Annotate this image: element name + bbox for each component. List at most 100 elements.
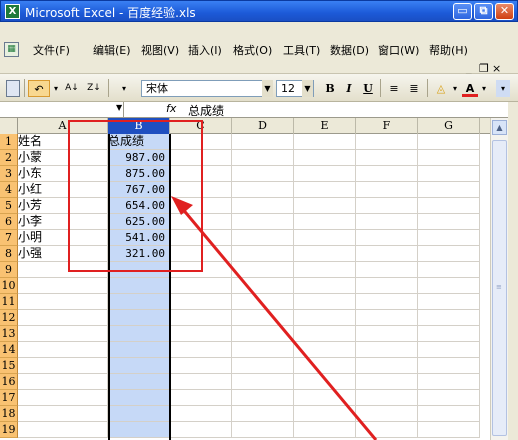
cell-empty[interactable]	[356, 390, 418, 406]
cell-empty[interactable]	[232, 294, 294, 310]
minimize-button[interactable]: ▭	[453, 3, 472, 20]
cell-b[interactable]: 875.00	[108, 166, 170, 182]
cell-empty[interactable]	[232, 166, 294, 182]
cell-empty[interactable]	[170, 166, 232, 182]
cell-empty[interactable]	[356, 310, 418, 326]
menu-window[interactable]: 窗口(W)	[378, 42, 419, 58]
more-buttons-icon[interactable]: ▾	[114, 80, 134, 97]
cell-b[interactable]: 541.00	[108, 230, 170, 246]
row-header[interactable]: 19	[0, 422, 18, 438]
column-header-b[interactable]: B	[108, 118, 170, 134]
column-header-a[interactable]: A	[18, 118, 108, 134]
cell-empty[interactable]	[294, 374, 356, 390]
cell-empty[interactable]	[232, 326, 294, 342]
cell-empty[interactable]	[294, 294, 356, 310]
cell-b[interactable]	[108, 358, 170, 374]
cell-empty[interactable]	[170, 214, 232, 230]
cell-a[interactable]: 小明	[18, 230, 108, 246]
cell-empty[interactable]	[294, 214, 356, 230]
cell-a[interactable]: 小李	[18, 214, 108, 230]
menu-tools[interactable]: 工具(T)	[283, 42, 320, 58]
bold-button[interactable]: B	[322, 80, 338, 97]
row-header[interactable]: 14	[0, 342, 18, 358]
cell-empty[interactable]	[356, 342, 418, 358]
cell-empty[interactable]	[294, 326, 356, 342]
row-header[interactable]: 15	[0, 358, 18, 374]
cell-empty[interactable]	[170, 342, 232, 358]
cell-empty[interactable]	[294, 422, 356, 438]
font-color-dropdown-icon[interactable]: ▾	[480, 80, 488, 97]
cell-empty[interactable]	[294, 310, 356, 326]
cell-empty[interactable]	[232, 406, 294, 422]
cell-empty[interactable]	[418, 374, 480, 390]
cell-empty[interactable]	[232, 214, 294, 230]
name-box[interactable]	[0, 102, 124, 117]
cell-b[interactable]: 总成绩	[108, 134, 170, 150]
row-header[interactable]: 11	[0, 294, 18, 310]
insert-function-icon[interactable]: fx	[166, 102, 176, 115]
cell-b[interactable]	[108, 310, 170, 326]
cell-a[interactable]	[18, 358, 108, 374]
cell-a[interactable]	[18, 390, 108, 406]
cell-empty[interactable]	[356, 262, 418, 278]
cell-empty[interactable]	[170, 246, 232, 262]
column-header-e[interactable]: E	[294, 118, 356, 134]
cell-a[interactable]	[18, 406, 108, 422]
cell-b[interactable]: 654.00	[108, 198, 170, 214]
cell-empty[interactable]	[418, 422, 480, 438]
cell-empty[interactable]	[232, 342, 294, 358]
cell-empty[interactable]	[356, 406, 418, 422]
row-header[interactable]: 4	[0, 182, 18, 198]
cell-empty[interactable]	[418, 294, 480, 310]
cell-empty[interactable]	[294, 342, 356, 358]
cell-empty[interactable]	[170, 406, 232, 422]
cell-b[interactable]	[108, 390, 170, 406]
cell-empty[interactable]	[418, 182, 480, 198]
cell-a[interactable]: 小东	[18, 166, 108, 182]
row-header[interactable]: 10	[0, 278, 18, 294]
cell-empty[interactable]	[294, 246, 356, 262]
menu-help[interactable]: 帮助(H)	[429, 42, 468, 58]
cell-empty[interactable]	[232, 182, 294, 198]
cell-empty[interactable]	[418, 310, 480, 326]
row-header[interactable]: 2	[0, 150, 18, 166]
row-header[interactable]: 8	[0, 246, 18, 262]
align-center-icon[interactable]: ≣	[405, 80, 423, 97]
cell-b[interactable]	[108, 374, 170, 390]
cell-empty[interactable]	[356, 246, 418, 262]
cell-empty[interactable]	[356, 374, 418, 390]
cell-empty[interactable]	[418, 150, 480, 166]
cell-a[interactable]	[18, 326, 108, 342]
cell-b[interactable]: 767.00	[108, 182, 170, 198]
cell-empty[interactable]	[418, 246, 480, 262]
cell-empty[interactable]	[294, 262, 356, 278]
select-all-corner[interactable]	[0, 118, 18, 134]
cell-a[interactable]: 小强	[18, 246, 108, 262]
menu-file[interactable]: 文件(F)	[33, 42, 70, 58]
cell-empty[interactable]	[356, 230, 418, 246]
cell-empty[interactable]	[170, 326, 232, 342]
cell-b[interactable]	[108, 326, 170, 342]
worksheet-grid[interactable]: A B C D E F G 1 姓名 总成绩 2 小蒙 987.00 3 小东 875.00 4 小…	[0, 118, 490, 440]
cell-empty[interactable]	[232, 310, 294, 326]
menu-insert[interactable]: 插入(I)	[188, 42, 222, 58]
cell-empty[interactable]	[356, 214, 418, 230]
cell-empty[interactable]	[418, 406, 480, 422]
cell-empty[interactable]	[170, 182, 232, 198]
cell-empty[interactable]	[356, 198, 418, 214]
cell-empty[interactable]	[418, 342, 480, 358]
row-header[interactable]: 13	[0, 326, 18, 342]
cell-empty[interactable]	[294, 182, 356, 198]
cell-empty[interactable]	[356, 294, 418, 310]
cell-empty[interactable]	[356, 326, 418, 342]
row-header[interactable]: 18	[0, 406, 18, 422]
cell-empty[interactable]	[232, 358, 294, 374]
cell-empty[interactable]	[418, 326, 480, 342]
cell-a[interactable]	[18, 342, 108, 358]
cell-empty[interactable]	[294, 358, 356, 374]
row-header[interactable]: 17	[0, 390, 18, 406]
row-header[interactable]: 3	[0, 166, 18, 182]
row-header[interactable]: 6	[0, 214, 18, 230]
row-header[interactable]: 16	[0, 374, 18, 390]
cell-a[interactable]: 小蒙	[18, 150, 108, 166]
